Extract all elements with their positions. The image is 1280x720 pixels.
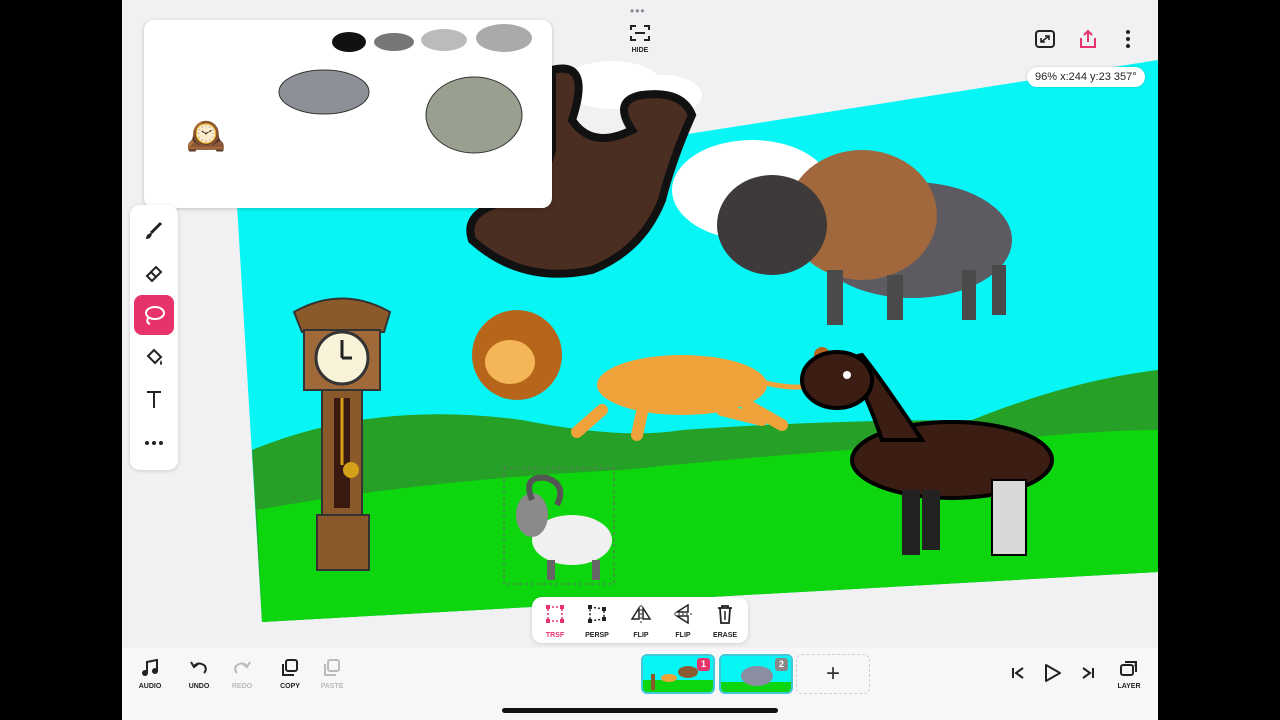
play-button[interactable] [1032,662,1072,689]
transform-icon [546,605,564,623]
app-window: ••• HIDE 96% x:244 y:23 357° 🕰️ TRSF PER… [122,0,1158,720]
share-icon[interactable] [1077,28,1099,50]
undo-label: UNDO [188,683,210,690]
transform-toolbar: TRSF PERSP FLIP FLIP ERASE [532,597,748,643]
text-icon [147,391,161,408]
add-frame-button[interactable]: + [796,654,870,694]
layers-icon: 1 [1120,661,1137,676]
drag-handle-dots[interactable]: ••• [630,4,646,18]
hide-button[interactable]: HIDE [622,24,658,56]
transform-label: TRSF [545,632,565,639]
flip-vertical-label: FLIP [675,632,691,639]
svg-text:1: 1 [1133,661,1137,668]
lasso-tool[interactable] [134,295,174,335]
layer-label: LAYER [1117,683,1141,690]
copy-icon [282,659,298,676]
frame-2-number: 2 [775,658,788,671]
transform-button[interactable]: TRSF [536,603,574,641]
next-frame-button[interactable] [1068,664,1108,687]
hide-icon [630,25,650,41]
flip-horizontal-icon [630,605,652,623]
reference-preview-panel[interactable]: 🕰️ [144,20,552,208]
more-icon [145,441,163,445]
frame-thumbnail-2[interactable]: 2 [719,654,793,694]
flip-vertical-icon [674,603,692,625]
frame-thumbnail-1[interactable]: 1 [641,654,715,694]
erase-label: ERASE [712,632,738,639]
redo-icon [234,661,251,674]
more-options-icon[interactable] [1120,28,1136,50]
undo-icon [190,661,207,674]
eraser-icon [145,265,163,283]
tool-palette [130,205,178,470]
fullscreen-icon[interactable] [1034,28,1056,50]
perspective-button[interactable]: PERSP [578,603,616,641]
lasso-icon [145,306,165,325]
redo-button[interactable]: REDO [222,658,262,690]
flip-horizontal-label: FLIP [633,632,649,639]
trash-icon [718,605,732,624]
brush-tool[interactable] [134,211,174,251]
more-tools[interactable] [134,423,174,463]
fill-tool[interactable] [134,337,174,377]
zoom-position-readout: 96% x:244 y:23 357° [1027,67,1145,87]
brush-icon [146,221,163,239]
layer-button[interactable]: 1 LAYER [1109,658,1149,690]
skip-forward-icon [1082,667,1094,679]
redo-label: REDO [231,683,253,690]
erase-selection-button[interactable]: ERASE [706,603,744,641]
skip-back-icon [1012,667,1024,679]
flip-vertical-button[interactable]: FLIP [664,603,702,641]
text-tool[interactable] [134,379,174,419]
audio-label: AUDIO [138,683,162,690]
mantel-clock-icon: 🕰️ [186,117,226,153]
music-note-icon [142,658,158,676]
flip-horizontal-button[interactable]: FLIP [622,603,660,641]
paste-button[interactable]: PASTE [312,658,352,690]
paste-label: PASTE [320,683,344,690]
perspective-label: PERSP [585,632,609,639]
eraser-tool[interactable] [134,253,174,293]
copy-button[interactable]: COPY [270,658,310,690]
audio-button[interactable]: AUDIO [130,658,170,690]
perspective-icon [588,605,606,623]
rhino-drawings [278,24,532,154]
paste-icon [324,659,340,676]
play-icon [1045,664,1061,682]
fill-bucket-icon [146,348,163,365]
copy-label: COPY [280,683,300,690]
hide-label: HIDE [631,47,649,54]
frame-1-number: 1 [697,658,710,671]
undo-button[interactable]: UNDO [179,658,219,690]
home-indicator[interactable] [502,708,778,713]
